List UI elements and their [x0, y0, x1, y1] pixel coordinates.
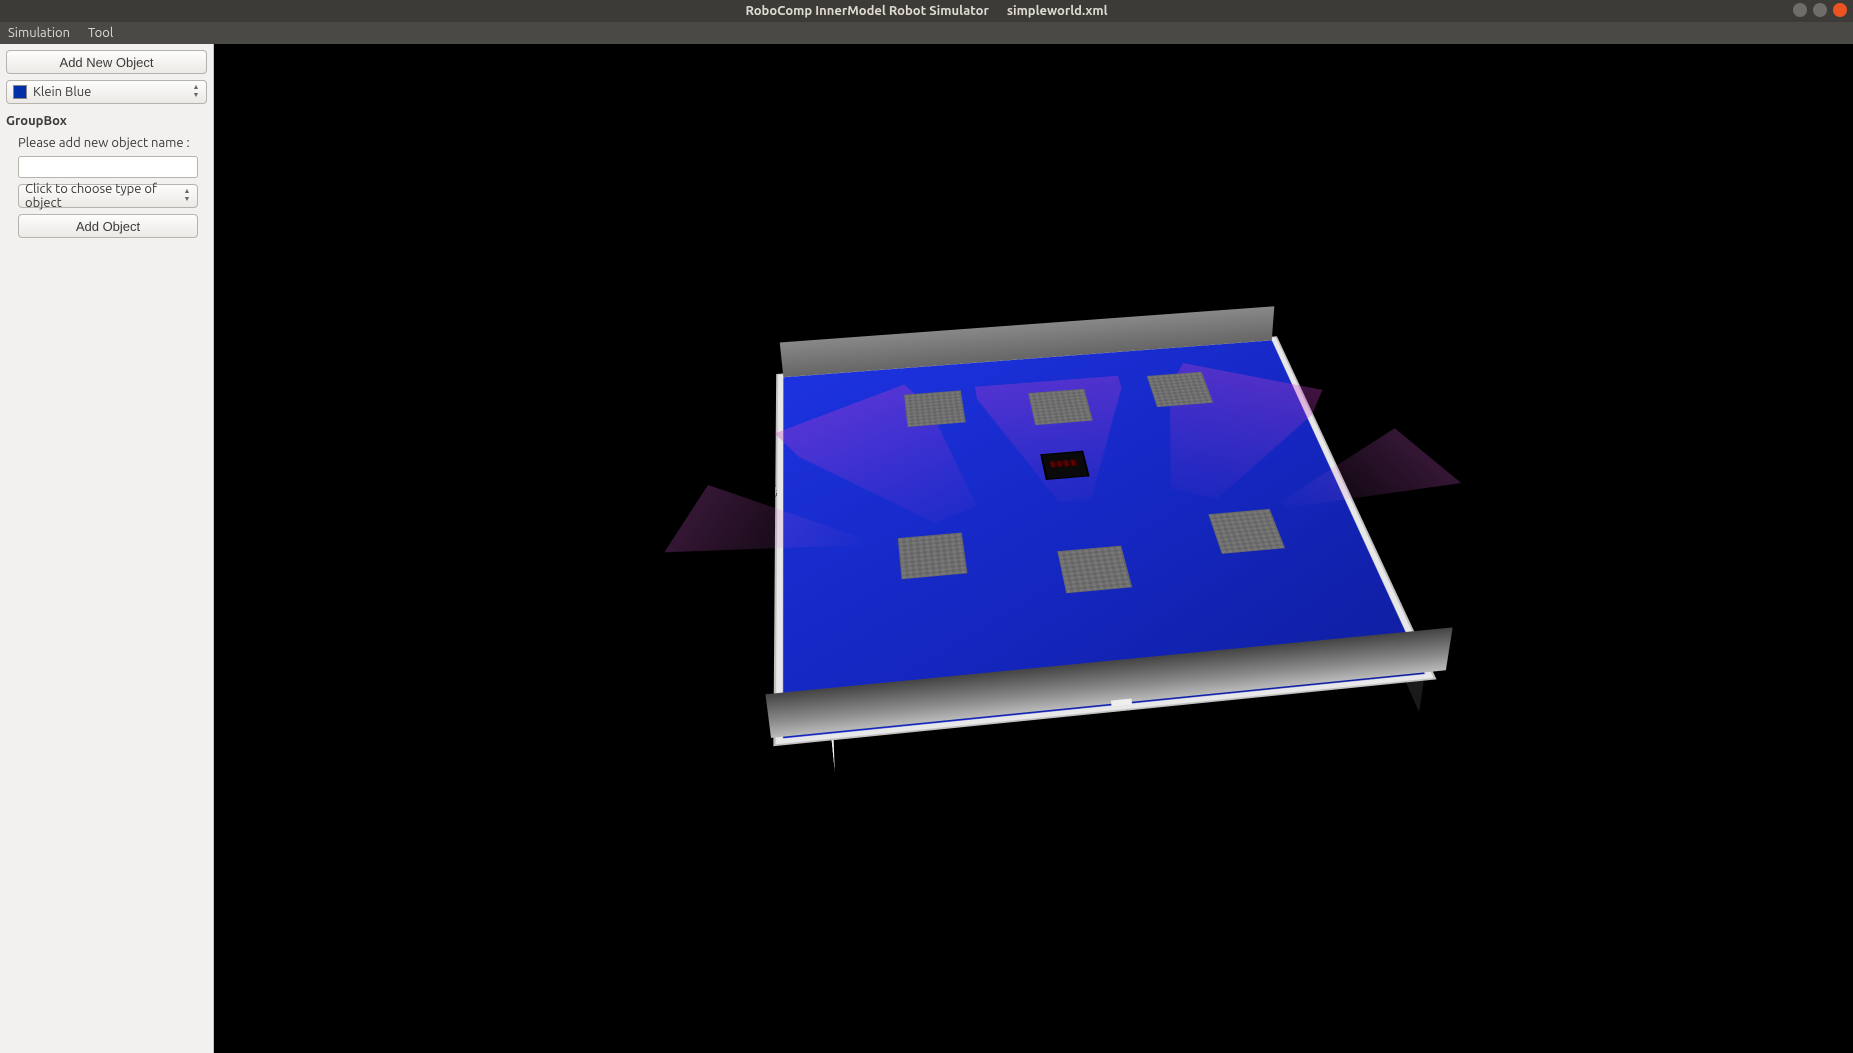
aruco-marker-north-icon: ▦ — [1022, 345, 1041, 363]
menu-tool[interactable]: Tool — [88, 26, 113, 40]
color-combo[interactable]: Klein Blue ▲▼ — [6, 80, 207, 104]
minimize-icon[interactable] — [1793, 3, 1807, 17]
chevron-updown-icon: ▲▼ — [190, 83, 202, 99]
object-name-input[interactable] — [18, 156, 198, 178]
wall-north — [780, 306, 1275, 377]
app-window: RoboComp InnerModel Robot Simulator simp… — [0, 0, 1853, 1053]
add-object-button[interactable]: Add Object — [18, 214, 198, 238]
chevron-updown-icon: ▲▼ — [181, 187, 193, 203]
titlebar: RoboComp InnerModel Robot Simulator simp… — [0, 0, 1853, 22]
maximize-icon[interactable] — [1813, 3, 1827, 17]
robot — [1041, 479, 1090, 509]
obstacle-cube — [1029, 423, 1093, 460]
3d-viewport[interactable]: ▦ ▦ — [214, 44, 1853, 1053]
groupbox-body: Please add new object name : Click to ch… — [6, 134, 207, 238]
add-new-object-button[interactable]: Add New Object — [6, 50, 207, 74]
color-swatch-icon — [13, 85, 27, 99]
groupbox-title: GroupBox — [6, 114, 207, 128]
scene-root: ▦ ▦ — [786, 228, 1346, 788]
obstacle-cube — [906, 425, 967, 462]
window-controls — [1793, 3, 1847, 17]
object-type-select[interactable]: Click to choose type of object ▲▼ — [18, 184, 198, 208]
object-name-label: Please add new object name : — [18, 136, 207, 150]
menu-simulation[interactable]: Simulation — [8, 26, 70, 40]
menubar: Simulation Tool — [0, 22, 1853, 44]
aruco-marker-west-icon: ▦ — [776, 483, 778, 508]
obstacle-cube — [1146, 406, 1212, 442]
title-app: RoboComp InnerModel Robot Simulator — [745, 4, 988, 18]
sidebar-panel: Add New Object Klein Blue ▲▼ GroupBox Pl… — [0, 44, 214, 1053]
title-file: simpleworld.xml — [1007, 4, 1108, 18]
world: ▦ ▦ — [783, 340, 1425, 738]
object-type-select-label: Click to choose type of object — [25, 182, 191, 210]
aruco-marker-south-icon — [1111, 699, 1132, 713]
close-icon[interactable] — [1833, 3, 1847, 17]
color-combo-label: Klein Blue — [33, 85, 91, 99]
laser-beam — [975, 376, 1154, 508]
laser-beam — [1119, 363, 1323, 511]
content-area: Add New Object Klein Blue ▲▼ GroupBox Pl… — [0, 44, 1853, 1053]
